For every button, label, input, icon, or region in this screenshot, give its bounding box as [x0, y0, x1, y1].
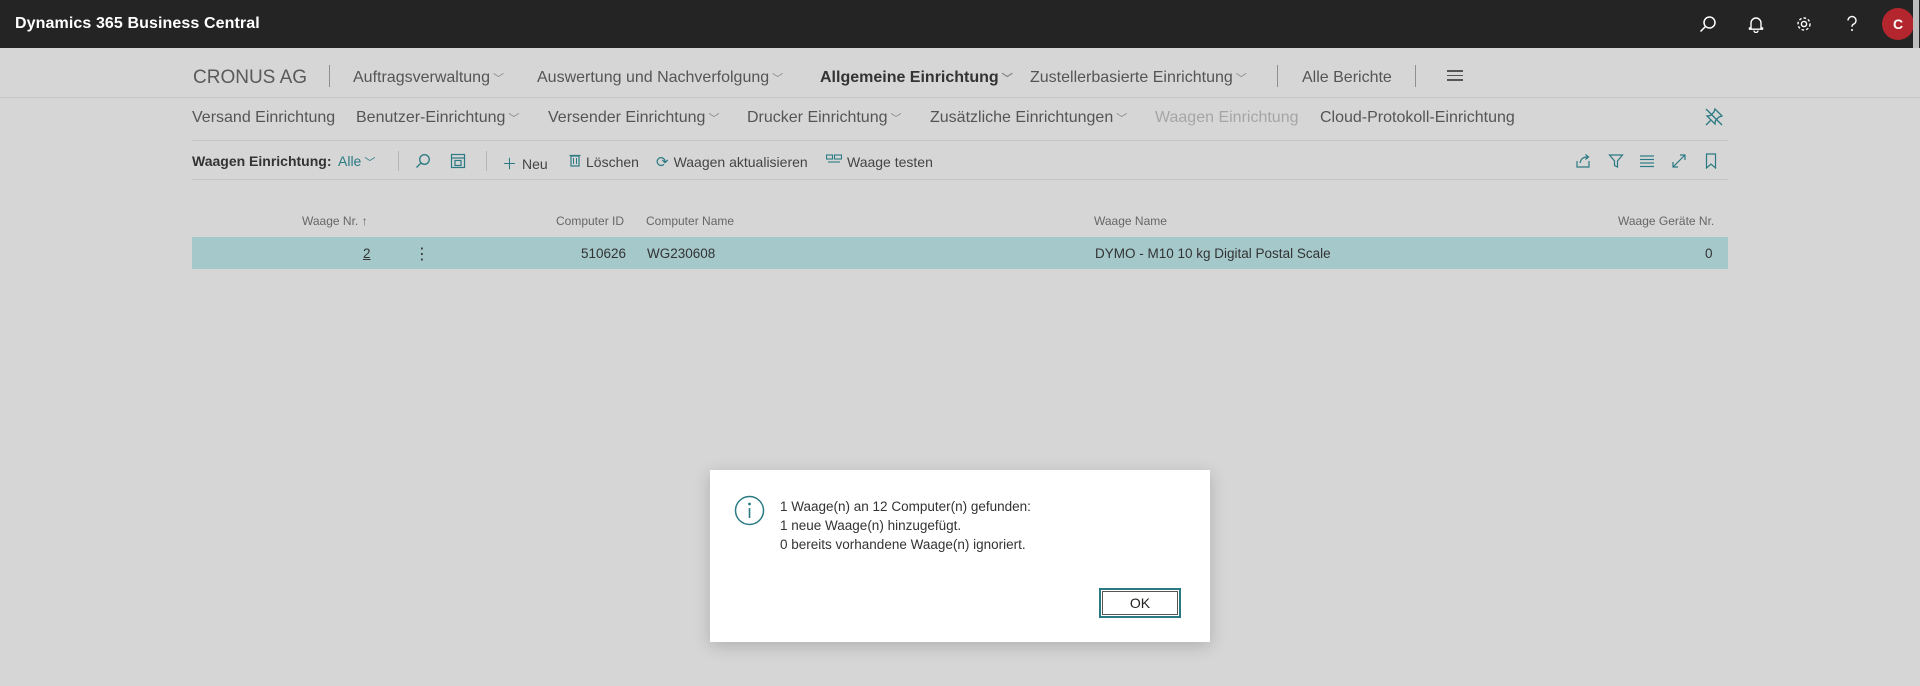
chevron-down-icon: ﹀	[1001, 73, 1013, 85]
refresh-scales-button[interactable]: ⟳ Waagen aktualisieren	[656, 153, 808, 171]
new-button[interactable]: ＋ Neu	[502, 153, 548, 174]
column-header-waage-geraete-nr[interactable]: Waage Geräte Nr.	[1618, 214, 1714, 228]
app-bar-icons: C	[1684, 0, 1920, 48]
subnav-cloud-protokoll[interactable]: Cloud-Protokoll-Einrichtung	[1320, 109, 1515, 127]
edit-list-icon[interactable]	[446, 149, 470, 173]
sub-nav: Versand Einrichtung Benutzer-Einrichtung…	[0, 99, 1920, 140]
test-scale-button[interactable]: Waage testen	[825, 153, 933, 170]
app-title[interactable]: Dynamics 365 Business Central	[15, 15, 260, 33]
refresh-icon: ⟳	[656, 154, 669, 171]
app-bar: Dynamics 365 Business Central C	[0, 0, 1920, 48]
sort-ascending-icon: ↑	[361, 214, 368, 228]
nav-item-zustellerbasierte[interactable]: Zustellerbasierte Einrichtung ﹀	[1030, 69, 1247, 87]
chevron-down-icon: ﹀	[492, 73, 504, 85]
search-icon[interactable]	[1684, 0, 1732, 48]
cell-computer-name: WG230608	[647, 246, 716, 261]
hamburger-menu-icon[interactable]	[1447, 70, 1463, 84]
subnav-versender-einrichtung[interactable]: Versender Einrichtung ﹀	[548, 109, 719, 127]
nav-separator	[1277, 65, 1278, 87]
subnav-zusaetzliche-einrichtungen[interactable]: Zusätzliche Einrichtungen ﹀	[930, 109, 1127, 127]
dialog-message-line: 1 Waage(n) an 12 Computer(n) gefunden:	[780, 499, 1031, 514]
row-actions-icon[interactable]: ⋮	[414, 244, 430, 264]
chevron-down-icon: ﹀	[772, 73, 784, 85]
info-icon	[734, 495, 765, 526]
column-header-waage-name[interactable]: Waage Name	[1094, 214, 1167, 228]
subnav-versand-einrichtung[interactable]: Versand Einrichtung	[192, 109, 335, 127]
filter-icon[interactable]	[1604, 149, 1628, 173]
column-header-computer-id[interactable]: Computer ID	[556, 214, 624, 228]
share-icon[interactable]	[1571, 149, 1595, 173]
column-header-waage-nr[interactable]: Waage Nr. ↑	[302, 214, 368, 228]
role-center-nav: CRONUS AG Auftragsverwaltung ﹀ Auswertung…	[0, 48, 1920, 98]
expand-icon[interactable]	[1667, 149, 1691, 173]
subnav-drucker-einrichtung[interactable]: Drucker Einrichtung ﹀	[747, 109, 902, 127]
cell-waage-nr[interactable]: 2	[363, 246, 371, 261]
action-separator	[398, 151, 399, 171]
search-icon[interactable]	[411, 149, 435, 173]
nav-item-auswertung[interactable]: Auswertung und Nachverfolgung ﹀	[537, 69, 783, 87]
subnav-waagen-einrichtung[interactable]: Waagen Einrichtung	[1155, 109, 1299, 127]
chevron-down-icon: ﹀	[708, 113, 720, 125]
company-name[interactable]: CRONUS AG	[193, 67, 307, 89]
page-caption: Waagen Einrichtung:	[192, 153, 332, 169]
dialog-message-line: 0 bereits vorhandene Waage(n) ignoriert.	[780, 537, 1026, 552]
dialog-message: 1 Waage(n) an 12 Computer(n) gefunden: 1…	[780, 497, 1031, 554]
plus-icon: ＋	[502, 156, 518, 173]
nav-item-allgemeine-einrichtung[interactable]: Allgemeine Einrichtung ﹀	[820, 69, 1013, 87]
trash-icon	[569, 153, 581, 171]
column-header-computer-name[interactable]: Computer Name	[646, 214, 734, 228]
delete-button[interactable]: Löschen	[569, 153, 639, 171]
cell-computer-id: 510626	[581, 246, 627, 261]
dialog-message-line: 1 neue Waage(n) hinzugefügt.	[780, 518, 962, 533]
nav-item-alle-berichte[interactable]: Alle Berichte	[1302, 69, 1392, 87]
chevron-down-icon: ﹀	[508, 113, 520, 125]
user-avatar[interactable]: C	[1882, 8, 1914, 40]
action-separator	[486, 151, 487, 171]
subnav-benutzer-einrichtung[interactable]: Benutzer-Einrichtung ﹀	[356, 109, 519, 127]
chevron-down-icon: ﹀	[1116, 113, 1128, 125]
chevron-down-icon: ﹀	[364, 157, 376, 169]
pin-icon[interactable]	[1703, 106, 1725, 128]
help-icon[interactable]	[1828, 0, 1876, 48]
list-view-icon[interactable]	[1635, 149, 1659, 173]
action-bar: Waagen Einrichtung: Alle ﹀ ＋ Neu Löschen ⟳…	[192, 140, 1728, 180]
chevron-down-icon: ﹀	[890, 113, 902, 125]
ok-button[interactable]: OK	[1099, 588, 1181, 618]
message-dialog: 1 Waage(n) an 12 Computer(n) gefunden: 1…	[710, 470, 1210, 642]
nav-separator	[329, 65, 330, 87]
bookmark-icon[interactable]	[1699, 149, 1723, 173]
cell-waage-geraete-nr: 0	[1705, 246, 1713, 261]
nav-item-auftragsverwaltung[interactable]: Auftragsverwaltung ﹀	[353, 69, 504, 87]
view-filter-dropdown[interactable]: Alle ﹀	[338, 153, 375, 170]
scale-test-icon	[825, 153, 843, 170]
nav-separator	[1415, 65, 1416, 87]
cell-waage-name: DYMO - M10 10 kg Digital Postal Scale	[1095, 246, 1331, 261]
scrollbar-thumb[interactable]	[1913, 0, 1919, 48]
notification-bell-icon[interactable]	[1732, 0, 1780, 48]
settings-gear-icon[interactable]	[1780, 0, 1828, 48]
table-row[interactable]: 2 ⋮ 510626 WG230608 DYMO - M10 10 kg Dig…	[192, 237, 1728, 269]
chevron-down-icon: ﹀	[1235, 73, 1247, 85]
